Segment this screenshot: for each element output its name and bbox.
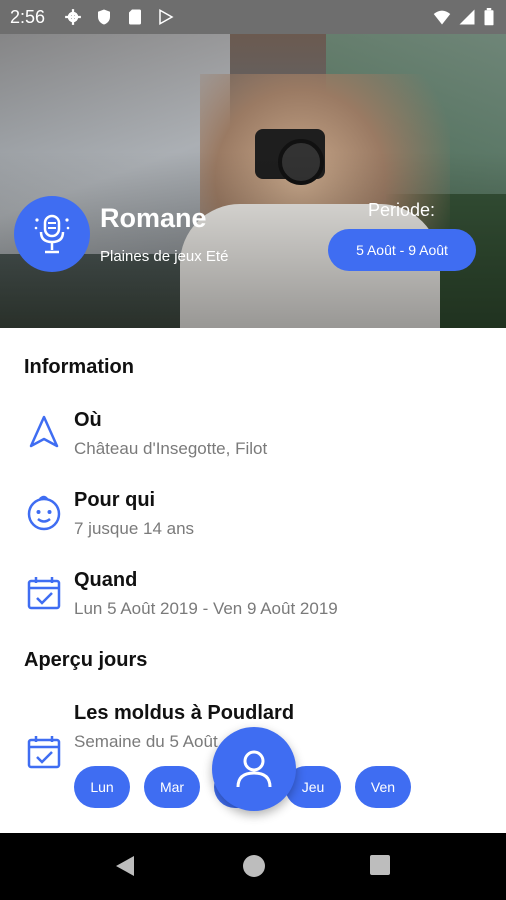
microphone-icon bbox=[34, 214, 70, 254]
person-icon bbox=[236, 750, 272, 788]
activity-avatar bbox=[14, 196, 90, 272]
status-time: 2:56 bbox=[10, 7, 46, 27]
calendar-check-icon bbox=[27, 736, 61, 769]
info-where-value: Château d'Insegotte, Filot bbox=[74, 439, 268, 458]
home-icon[interactable] bbox=[243, 855, 265, 877]
recent-apps-icon[interactable] bbox=[370, 855, 390, 875]
battery-icon bbox=[484, 8, 494, 26]
week-subtitle: Semaine du 5 Août bbox=[74, 732, 218, 751]
hero-photo-shade bbox=[0, 34, 506, 328]
periode-button[interactable]: 5 Août - 9 Août bbox=[328, 229, 476, 271]
activity-subtitle: Plaines de jeux Eté bbox=[100, 248, 229, 265]
back-icon[interactable] bbox=[114, 855, 136, 877]
info-who-title: Pour qui bbox=[74, 489, 156, 511]
signal-icon bbox=[459, 9, 475, 25]
play-store-icon bbox=[159, 8, 174, 26]
day-pill-lun[interactable]: Lun bbox=[74, 766, 130, 808]
navigation-icon bbox=[29, 415, 59, 448]
status-bar: 2:56 bbox=[0, 0, 506, 34]
profile-fab-button[interactable] bbox=[212, 727, 296, 811]
day-pill-ven[interactable]: Ven bbox=[355, 766, 411, 808]
calendar-check-icon bbox=[27, 577, 61, 610]
activity-name: Romane bbox=[100, 203, 207, 233]
info-when-title: Quand bbox=[74, 569, 138, 591]
apercu-title: Aperçu jours bbox=[24, 649, 148, 671]
settings-icon bbox=[65, 9, 81, 25]
periode-label: Periode: bbox=[368, 200, 436, 220]
sd-card-icon bbox=[129, 9, 141, 25]
android-nav-bar bbox=[0, 833, 506, 900]
information-title: Information bbox=[24, 356, 134, 378]
info-where-title: Où bbox=[74, 409, 102, 431]
hero-banner bbox=[0, 34, 506, 328]
day-pill-mar[interactable]: Mar bbox=[144, 766, 200, 808]
week-title: Les moldus à Poudlard bbox=[74, 702, 295, 724]
baby-face-icon bbox=[27, 495, 61, 531]
info-who-value: 7 jusque 14 ans bbox=[74, 519, 195, 538]
wifi-icon bbox=[433, 10, 451, 25]
shield-icon bbox=[98, 9, 110, 25]
info-when-value: Lun 5 Août 2019 - Ven 9 Août 2019 bbox=[74, 599, 338, 618]
